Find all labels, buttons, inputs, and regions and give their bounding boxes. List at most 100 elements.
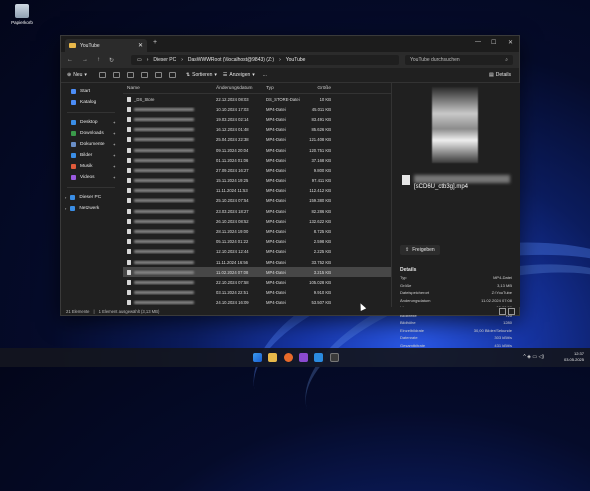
chevron-right-icon[interactable]: › <box>65 195 66 200</box>
file-row[interactable]: 27.09.2024 16:27 MP4-Datei 9.800 KB <box>123 165 391 175</box>
close-tab-icon[interactable]: ✕ <box>138 42 143 49</box>
more-button[interactable]: ... <box>263 72 267 78</box>
file-name-cell <box>123 188 213 194</box>
file-name: _DS_Store <box>134 96 155 102</box>
file-row[interactable]: 11.02.2024 07:08 MP4-Datei 3.215 KB <box>123 267 391 278</box>
file-rows: _DS_Store 22.12.2024 08:03 DS_STORE-Datei 1… <box>123 94 391 308</box>
column-header-size[interactable]: Größe <box>307 86 333 91</box>
sidebar-item-katalog[interactable]: Katalog <box>61 97 121 108</box>
file-size: 85.626 KB <box>311 127 331 133</box>
details-pane: [sCD6U_ctb3g].mp4 ⇪ Freigeben Details Ty… <box>391 83 520 348</box>
up-icon[interactable]: ↑ <box>97 57 100 64</box>
file-row[interactable]: 01.11.2024 01:06 MP4-Datei 37.168 KB <box>123 155 391 165</box>
rename-icon[interactable] <box>140 72 148 78</box>
column-header-name[interactable]: Name <box>123 86 213 91</box>
file-row[interactable]: 03.11.2024 22:51 MP4-Datei 9.910 KB <box>123 288 391 298</box>
file-row[interactable]: 12.10.2024 12:44 MP4-Datei 2.225 KB <box>123 247 391 257</box>
file-size: 53.507 KB <box>311 300 331 306</box>
file-name-cell <box>123 167 213 173</box>
sidebar-item-label: Videos <box>80 175 95 180</box>
file-icon <box>127 249 131 255</box>
chevron-right-icon[interactable]: › <box>65 206 66 211</box>
copy-icon[interactable] <box>112 72 120 78</box>
sidebar-item-musik[interactable]: Musik ✦ <box>61 161 121 172</box>
detail-key: Gesamtbitrate <box>400 342 426 348</box>
blurred-title <box>414 175 510 183</box>
recycle-bin-shortcut[interactable]: Papierkorb <box>8 4 36 25</box>
search-input[interactable]: YouTube durchsuchen ⌕ <box>405 55 513 65</box>
file-row[interactable]: 16.12.2024 01:48 MP4-Datei 85.626 KB <box>123 125 391 135</box>
new-tab-button[interactable]: + <box>153 39 157 46</box>
sidebar-item-dokumente[interactable]: Dokumente ✦ <box>61 139 121 150</box>
tray-icons[interactable]: ^ ◈ ▭ ◁) <box>523 354 544 360</box>
file-row[interactable]: 23.03.2024 18:27 MP4-Datei 82.286 KB <box>123 206 391 216</box>
terminal-icon[interactable] <box>330 353 339 362</box>
share-button[interactable]: ⇪ Freigeben <box>400 245 440 255</box>
share-icon[interactable] <box>154 72 162 78</box>
file-row[interactable]: 11.11.2024 16:56 MP4-Datei 33.752 KB <box>123 257 391 267</box>
blurred-file-name <box>134 280 194 284</box>
file-name-cell: _DS_Store <box>123 96 213 102</box>
file-size: 112.412 KB <box>309 188 331 194</box>
breadcrumb-item-drive[interactable]: DasWWWRoot (\\localhost@9843) (Z:) <box>188 57 274 63</box>
file-row[interactable]: 25.04.2024 22:38 MP4-Datei 121.408 KB <box>123 135 391 145</box>
video-thumbnail <box>432 87 478 163</box>
file-date: 16.12.2024 01:48 <box>216 127 249 133</box>
details-view-icon[interactable] <box>499 307 506 315</box>
file-row[interactable]: 19.03.2024 02:14 MP4-Datei 83.491 KB <box>123 114 391 124</box>
cut-icon[interactable] <box>98 72 106 78</box>
forward-icon[interactable]: → <box>82 57 88 64</box>
file-explorer-icon[interactable] <box>268 353 277 362</box>
maximize-button[interactable]: ☐ <box>491 39 496 46</box>
column-header-date[interactable]: Änderungsdatum <box>213 86 263 91</box>
sidebar-item-start[interactable]: Start <box>61 86 121 97</box>
file-row[interactable]: 25.10.2024 07:54 MP4-Datei 159.380 KB <box>123 196 391 206</box>
refresh-icon[interactable]: ↻ <box>109 57 114 64</box>
visual-studio-icon[interactable] <box>299 353 308 362</box>
view-button[interactable]: ☰ Anzeigen ▾ <box>223 72 255 78</box>
file-row[interactable]: _DS_Store 22.12.2024 08:03 DS_STORE-Datei 1… <box>123 94 391 104</box>
system-tray[interactable]: 12:37 03.05.2025 <box>564 351 584 363</box>
start-icon[interactable] <box>253 353 262 362</box>
breadcrumb-item-folder[interactable]: YouTube <box>286 57 306 63</box>
blurred-file-name <box>134 168 194 172</box>
vscode-icon[interactable] <box>314 353 323 362</box>
file-row[interactable]: 28.11.2024 19:00 MP4-Datei 8.725 KB <box>123 226 391 236</box>
sidebar-item-dieser-pc[interactable]: › Dieser PC <box>61 192 121 203</box>
sidebar-item-desktop[interactable]: Desktop ✦ <box>61 117 121 128</box>
file-row[interactable]: 15.11.2024 19:25 MP4-Datei 97.411 KB <box>123 176 391 186</box>
file-type: MP4-Datei <box>266 157 286 163</box>
pin-icon: ✦ <box>112 120 116 125</box>
close-window-button[interactable]: ✕ <box>508 39 513 46</box>
back-icon[interactable]: ← <box>67 57 73 64</box>
delete-icon[interactable] <box>168 72 176 78</box>
paste-icon[interactable] <box>126 72 134 78</box>
details-button[interactable]: ▤ Details <box>489 72 511 78</box>
file-date: 27.09.2024 16:27 <box>216 167 249 173</box>
file-type: MP4-Datei <box>266 106 286 112</box>
file-row[interactable]: 10.10.2024 17:03 MP4-Datei 45.011 KB <box>123 104 391 114</box>
detail-row: Änderungsdatum 11.02.2024 07:08 <box>400 298 512 303</box>
firefox-icon[interactable] <box>284 353 293 362</box>
column-header-type[interactable]: Typ <box>263 86 307 91</box>
file-date: 26.10.2024 08:52 <box>216 218 249 224</box>
sidebar-item-label: Musik <box>80 164 93 169</box>
file-row[interactable]: 26.10.2024 08:52 MP4-Datei 132.622 KB <box>123 216 391 226</box>
plus-icon: ⊕ <box>67 72 72 78</box>
minimize-button[interactable]: — <box>475 39 481 45</box>
new-button[interactable]: ⊕ Neu ▾ <box>67 72 87 78</box>
file-row[interactable]: 11.11.2024 11:53 MP4-Datei 112.412 KB <box>123 186 391 196</box>
file-icon <box>127 188 131 194</box>
sidebar-item-bilder[interactable]: Bilder ✦ <box>61 150 121 161</box>
file-row[interactable]: 05.11.2024 01:22 MP4-Datei 2.598 KB <box>123 237 391 247</box>
tab-youtube[interactable]: YouTube ✕ <box>65 39 147 52</box>
file-row[interactable]: 22.10.2024 07:58 MP4-Datei 105.028 KB <box>123 277 391 287</box>
breadcrumb-item-this-pc[interactable]: Dieser PC <box>153 57 176 63</box>
file-row[interactable]: 09.11.2024 20:04 MP4-Datei 120.751 KB <box>123 145 391 155</box>
sidebar-item-videos[interactable]: Videos ✦ <box>61 172 121 183</box>
breadcrumb[interactable]: ▭ › Dieser PC › DasWWWRoot (\\localhost@… <box>131 55 399 65</box>
tiles-view-icon[interactable] <box>508 307 515 315</box>
sidebar-item-downloads[interactable]: Downloads ✦ <box>61 128 121 139</box>
sort-button[interactable]: ⇅ Sortieren ▾ <box>186 72 217 78</box>
sidebar-item-netzwerk[interactable]: › Netzwerk <box>61 203 121 214</box>
